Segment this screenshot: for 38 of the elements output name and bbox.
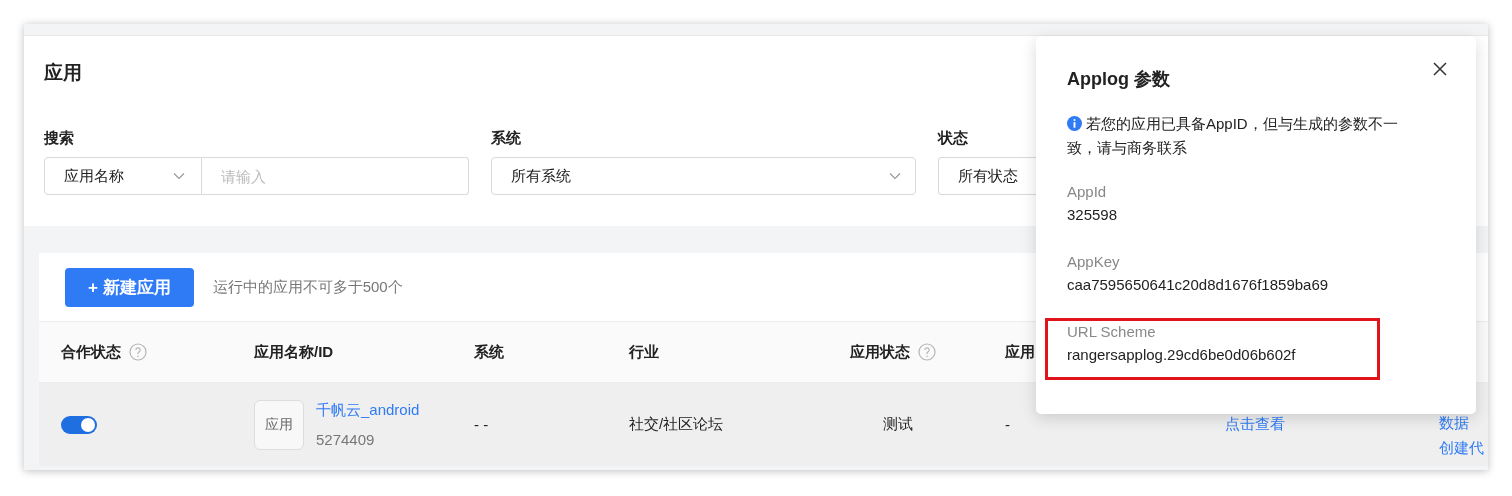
field-label: AppId — [1067, 182, 1108, 202]
new-app-button[interactable]: + 新建应用 — [65, 267, 194, 307]
column-header: 行业 — [629, 342, 659, 362]
field-value: rangersapplog.29cd6be0d06b602f — [1067, 345, 1297, 365]
select-field[interactable]: 应用名称 — [44, 157, 202, 195]
column-header: 应用状态 — [850, 342, 910, 362]
field-label: URL Scheme — [1067, 322, 1157, 342]
table-cell: - — [1005, 416, 1010, 433]
column-header: 应用名称/ID — [254, 342, 334, 362]
notice-text: 若您的应用已具备AppID，但与生成的参数不一致，请与商务联系 — [1067, 114, 1399, 158]
view-link[interactable]: 点击查看 — [1225, 415, 1285, 434]
select-field[interactable]: 所有系统 — [491, 157, 916, 195]
filter-label: 状态 — [938, 128, 968, 148]
table-cell: - - — [474, 416, 489, 433]
column-header: 应用 — [1005, 342, 1035, 362]
close-icon[interactable] — [1433, 62, 1447, 76]
info-icon — [1067, 116, 1082, 131]
table-cell: 测试 — [883, 415, 913, 434]
app-id: 5274409 — [316, 431, 376, 448]
column-header: 合作状态 — [61, 342, 121, 362]
column-header: 系统 — [474, 342, 504, 362]
app-name-link[interactable]: 千帆云_android — [316, 401, 420, 418]
search-field[interactable]: 请输入 — [202, 157, 469, 195]
table-cell: 社交/社区论坛 — [629, 415, 724, 434]
field-value: caa7595650641c20d8d1676f1859ba69 — [1067, 275, 1330, 295]
filter-label: 搜索 — [44, 128, 74, 148]
chevron-down-icon — [173, 172, 185, 180]
page-title: 应用 — [44, 61, 82, 85]
toggle-switch[interactable] — [61, 415, 97, 434]
field-label: AppKey — [1067, 252, 1121, 272]
action-link[interactable]: 创建代 — [1439, 439, 1484, 458]
field-value: 325598 — [1067, 205, 1119, 225]
popover-title: Applog 参数 — [1067, 68, 1170, 91]
limit-note: 运行中的应用不可多于500个 — [212, 277, 403, 297]
filter-label: 系统 — [491, 128, 521, 148]
action-link[interactable]: 数据 — [1439, 414, 1469, 433]
app-avatar: 应用 — [254, 399, 304, 450]
chevron-down-icon — [889, 172, 901, 180]
